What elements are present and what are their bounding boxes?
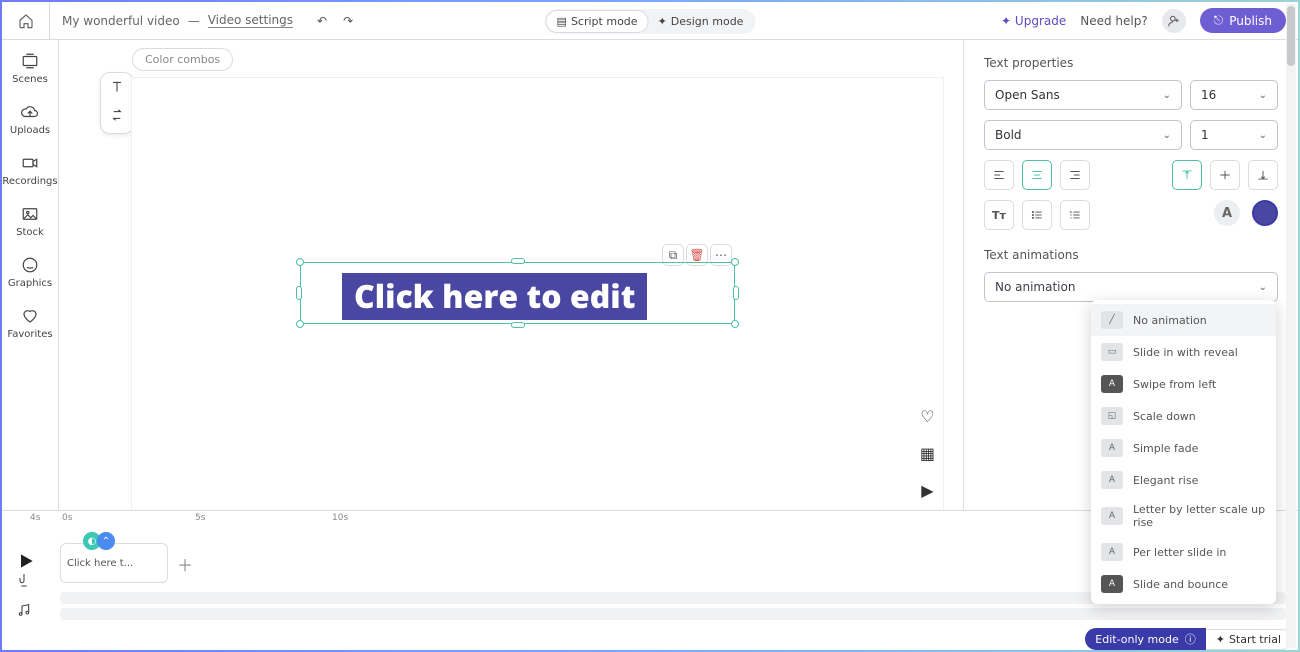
rail-uploads[interactable]: Uploads <box>10 103 50 136</box>
camera-icon <box>21 154 39 172</box>
canvas-area: Color combos ⧉ 🗑 ⋯ Click here to edit ♡ … <box>59 40 963 510</box>
bg-color-swatch[interactable] <box>1252 200 1278 226</box>
rail-recordings[interactable]: Recordings <box>2 154 57 187</box>
text-color-swatch[interactable]: A <box>1214 200 1240 226</box>
line-height-select[interactable]: 1⌄ <box>1190 120 1278 150</box>
tick: 0s <box>62 513 72 523</box>
script-icon: ▤ <box>557 15 567 28</box>
rail-label: Favorites <box>7 329 52 340</box>
design-mode-label: Design mode <box>671 15 744 28</box>
align-left-button[interactable] <box>984 160 1014 190</box>
design-icon: ✦ <box>658 15 667 28</box>
rail-label: Scenes <box>12 74 48 85</box>
tick: 10s <box>332 513 348 523</box>
music-track-button[interactable] <box>16 602 32 622</box>
heart-icon <box>21 307 39 325</box>
rail-label: Graphics <box>8 278 52 289</box>
script-mode-label: Script mode <box>571 15 638 28</box>
user-plus-icon <box>1167 14 1181 28</box>
text-element[interactable]: Click here to edit <box>342 273 647 320</box>
rail-favorites[interactable]: Favorites <box>7 307 52 340</box>
rail-stock[interactable]: Stock <box>16 205 44 238</box>
rail-label: Stock <box>16 227 44 238</box>
floating-tool-palette <box>100 72 134 134</box>
home-icon <box>18 13 34 29</box>
script-mode-tab[interactable]: ▤ Script mode <box>547 11 648 32</box>
design-mode-tab[interactable]: ✦ Design mode <box>648 11 754 32</box>
music-track[interactable] <box>60 608 1286 620</box>
play-preview-button[interactable]: ▶ <box>921 481 933 500</box>
stage[interactable]: ⧉ 🗑 ⋯ Click here to edit ♡ ▦ ▶ <box>132 78 943 510</box>
anim-option-simple-fade[interactable]: ASimple fade <box>1091 432 1276 464</box>
redo-button[interactable]: ↷ <box>343 14 353 28</box>
text-animations-title: Text animations <box>984 248 1278 262</box>
grid-button[interactable]: ▦ <box>920 444 935 463</box>
top-bar: My wonderful video — Video settings ↶ ↷ … <box>2 2 1298 40</box>
rail-scenes[interactable]: Scenes <box>12 52 48 85</box>
valign-bottom-button[interactable] <box>1248 160 1278 190</box>
timeline-clip[interactable]: ◐ ⌃ Click here t... <box>60 543 168 583</box>
publish-button[interactable]: ⎋ Publish <box>1200 8 1286 33</box>
anim-option-swipe-left[interactable]: ASwipe from left <box>1091 368 1276 400</box>
favorite-button[interactable]: ♡ <box>920 407 934 426</box>
bottom-bar: Edit-only modeⓘ ✦Start trial <box>2 628 1298 650</box>
valign-middle-button[interactable] <box>1210 160 1240 190</box>
anim-option-slide-bounce[interactable]: ASlide and bounce <box>1091 568 1276 600</box>
swap-tool[interactable] <box>109 107 125 127</box>
bullet-list-button[interactable] <box>1022 200 1052 230</box>
smile-icon <box>21 256 39 274</box>
scenes-icon <box>21 52 39 70</box>
animation-dropdown-menu: ╱No animation ▭Slide in with reveal ASwi… <box>1091 300 1276 604</box>
anim-option-scale-down[interactable]: ◱Scale down <box>1091 400 1276 432</box>
valign-top-button[interactable] <box>1172 160 1202 190</box>
sparkle-icon: ✦ <box>1216 633 1225 646</box>
video-settings-link[interactable]: Video settings <box>208 13 293 28</box>
rail-graphics[interactable]: Graphics <box>8 256 52 289</box>
edit-only-mode-badge[interactable]: Edit-only modeⓘ <box>1085 628 1205 650</box>
home-button[interactable] <box>2 2 50 39</box>
anim-option-letter-scale-rise[interactable]: ALetter by letter scale up rise <box>1091 496 1276 536</box>
tick: 5s <box>195 513 205 523</box>
text-tool[interactable] <box>109 79 125 99</box>
tick: 4s <box>30 513 40 523</box>
publish-icon: ⎋ <box>1214 13 1224 28</box>
numbered-list-button[interactable] <box>1060 200 1090 230</box>
animation-select[interactable]: No animation⌄ <box>984 272 1278 302</box>
upload-icon <box>21 103 39 121</box>
anim-option-slide-reveal[interactable]: ▭Slide in with reveal <box>1091 336 1276 368</box>
start-trial-button[interactable]: ✦Start trial <box>1206 629 1292 650</box>
clip-badge-expand[interactable]: ⌃ <box>97 532 115 550</box>
upgrade-link[interactable]: ✦ Upgrade <box>1001 14 1066 28</box>
image-icon <box>21 205 39 223</box>
publish-label: Publish <box>1229 14 1272 28</box>
need-help-link[interactable]: Need help? <box>1080 14 1147 28</box>
clip-label: Click here t... <box>67 558 133 569</box>
color-combos-button[interactable]: Color combos <box>132 48 233 71</box>
rail-label: Recordings <box>2 176 57 187</box>
font-size-select[interactable]: 16⌄ <box>1190 80 1278 110</box>
anim-option-per-letter-slide[interactable]: APer letter slide in <box>1091 536 1276 568</box>
vertical-scrollbar[interactable] <box>1286 4 1296 648</box>
align-right-button[interactable] <box>1060 160 1090 190</box>
info-icon: ⓘ <box>1185 631 1196 647</box>
text-transform-button[interactable]: Tт <box>984 200 1014 230</box>
anim-option-elegant-rise[interactable]: AElegant rise <box>1091 464 1276 496</box>
voice-track-button[interactable] <box>16 572 32 592</box>
project-name[interactable]: My wonderful video <box>62 14 180 28</box>
undo-button[interactable]: ↶ <box>317 14 327 28</box>
align-center-button[interactable] <box>1022 160 1052 190</box>
invite-user-button[interactable] <box>1162 9 1186 33</box>
font-family-select[interactable]: Open Sans⌄ <box>984 80 1182 110</box>
mode-switch: ▤ Script mode ✦ Design mode <box>545 9 756 34</box>
add-clip-button[interactable]: ＋ <box>174 553 196 575</box>
font-weight-select[interactable]: Bold⌄ <box>984 120 1182 150</box>
rail-label: Uploads <box>10 125 50 136</box>
title-separator: — <box>188 14 200 28</box>
text-properties-title: Text properties <box>984 56 1278 70</box>
anim-option-none[interactable]: ╱No animation <box>1091 304 1276 336</box>
